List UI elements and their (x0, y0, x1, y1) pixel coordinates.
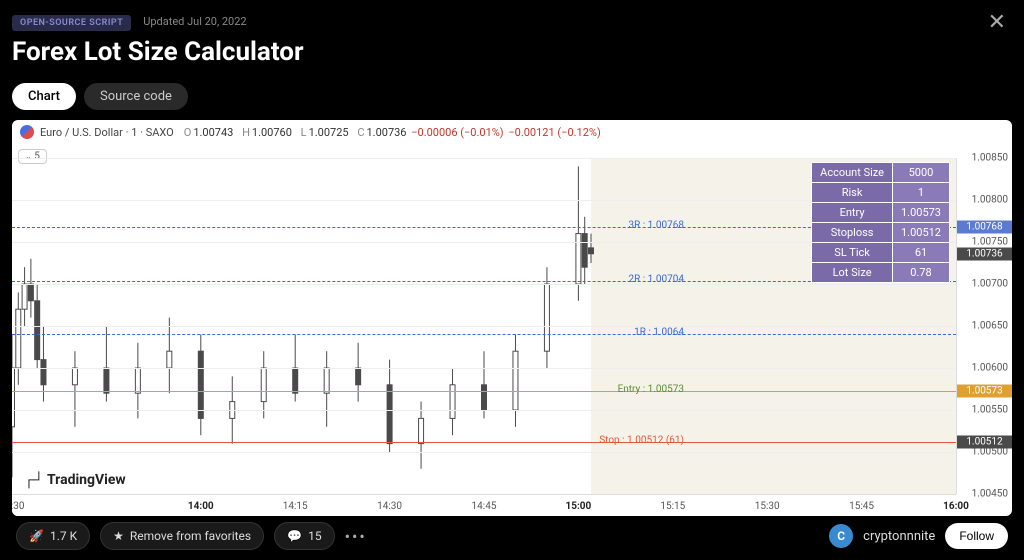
calc-key: Stoploss (812, 223, 893, 243)
calc-val: 0.78 (893, 263, 950, 283)
close-icon[interactable]: ✕ (988, 10, 1006, 35)
level-label: 3R : 1.00768 (626, 220, 686, 231)
star-icon: ★ (113, 529, 124, 543)
x-tick: 14:00 (188, 501, 214, 512)
author-name[interactable]: cryptonnnite (863, 529, 935, 544)
x-tick: 14:30 (377, 501, 402, 512)
y-tick: 1.00750 (972, 237, 1008, 248)
price-tag: 1.00736 (957, 247, 1012, 260)
chart-container: Euro / U.S. Dollar · 1 · SAXO O1.00743 H… (12, 120, 1012, 516)
calc-key: SL Tick (812, 243, 893, 263)
calc-val: 61 (893, 243, 950, 263)
calc-val: 1.00573 (893, 203, 950, 223)
rocket-icon: 🚀 (29, 529, 44, 543)
calc-val: 5000 (893, 163, 950, 183)
calc-key: Lot Size (812, 263, 893, 283)
calc-val: 1 (893, 183, 950, 203)
y-tick: 1.00700 (972, 279, 1008, 290)
y-tick: 1.00650 (972, 321, 1008, 332)
boost-button[interactable]: 🚀 1.7 K (16, 522, 90, 550)
comment-icon: 💬 (287, 529, 302, 543)
x-tick: 15:00 (566, 501, 592, 512)
x-tick: 15:45 (849, 501, 874, 512)
ohlc-readout: O1.00743 H1.00760 L1.00725 C1.00736 −0.0… (180, 126, 603, 139)
price-tag: 1.00512 (957, 435, 1012, 448)
page-title: Forex Lot Size Calculator (12, 37, 1012, 67)
updated-date: Updated Jul 20, 2022 (143, 15, 246, 28)
author-avatar[interactable]: C (829, 524, 853, 548)
comments-button[interactable]: 💬 15 (274, 522, 334, 550)
calc-key: Entry (812, 203, 893, 223)
more-menu-icon[interactable]: ••• (345, 527, 367, 546)
level-label: Entry : 1.00573 (616, 384, 686, 395)
y-tick: 1.00800 (972, 195, 1008, 206)
y-tick: 1.00450 (972, 489, 1008, 500)
calc-val: 1.00512 (893, 223, 950, 243)
x-tick: 14:15 (283, 501, 308, 512)
x-tick: 16:00 (943, 501, 969, 512)
calculator-table: Account Size5000Risk1Entry1.00573Stoplos… (811, 162, 950, 283)
y-tick: 1.00600 (972, 363, 1008, 374)
x-tick: 15:15 (660, 501, 685, 512)
level-label: 2R : 1.00704 (626, 274, 686, 285)
tab-source-code[interactable]: Source code (84, 83, 188, 110)
price-tag: 1.00768 (957, 220, 1012, 233)
x-tick: 14:45 (472, 501, 497, 512)
price-tag: 1.00573 (957, 384, 1012, 397)
price-axis[interactable]: 1.008501.008001.007501.007001.006501.006… (956, 158, 1012, 494)
level-label: 1R : 1.0064 (632, 327, 686, 338)
calc-key: Risk (812, 183, 893, 203)
x-tick: 13:30 (12, 501, 24, 512)
symbol-name[interactable]: Euro / U.S. Dollar · 1 · SAXO (40, 126, 174, 139)
follow-button[interactable]: Follow (945, 523, 1008, 549)
y-tick: 1.00850 (972, 153, 1008, 164)
open-source-badge: OPEN-SOURCE SCRIPT (12, 15, 131, 31)
symbol-icon (20, 125, 34, 139)
x-tick: 15:30 (755, 501, 780, 512)
calc-key: Account Size (812, 163, 893, 183)
favorite-button[interactable]: ★ Remove from favorites (100, 522, 264, 550)
tradingview-logo: ┌┘ TradingView (24, 471, 126, 488)
y-tick: 1.00550 (972, 405, 1008, 416)
tab-chart[interactable]: Chart (12, 83, 76, 110)
level-label: Stop : 1.00512 (61) (597, 435, 686, 446)
